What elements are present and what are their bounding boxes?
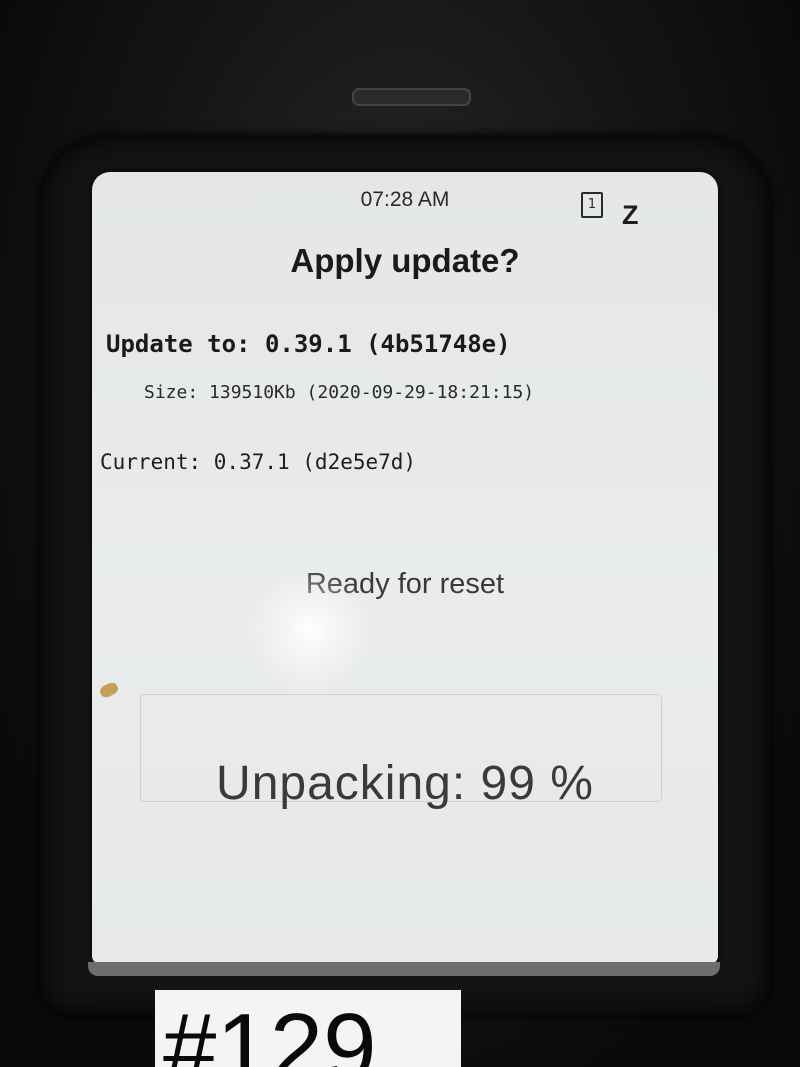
- earpiece-speaker: [352, 88, 471, 106]
- dialog-title: Apply update?: [290, 242, 520, 279]
- sim-card-icon: 1: [581, 192, 603, 218]
- phone-device: 07:28 AM 1 Z Apply update? Update to: 0.…: [0, 0, 800, 1067]
- network-indicator: Z: [622, 200, 639, 230]
- unpacking-progress: Unpacking: 99 %: [216, 757, 594, 810]
- update-target-version: Update to: 0.39.1 (4b51748e): [106, 330, 511, 358]
- device-label-sticker: #129: [155, 990, 461, 1067]
- screen-bottom-edge: [88, 962, 720, 976]
- update-size: Size: 139510Kb (2020-09-29-18:21:15): [144, 382, 535, 403]
- current-version: Current: 0.37.1 (d2e5e7d): [100, 450, 417, 474]
- reset-status: Ready for reset: [305, 568, 505, 600]
- device-label-number: #129: [163, 994, 377, 1067]
- device-screen: 07:28 AM 1 Z Apply update? Update to: 0.…: [92, 172, 718, 964]
